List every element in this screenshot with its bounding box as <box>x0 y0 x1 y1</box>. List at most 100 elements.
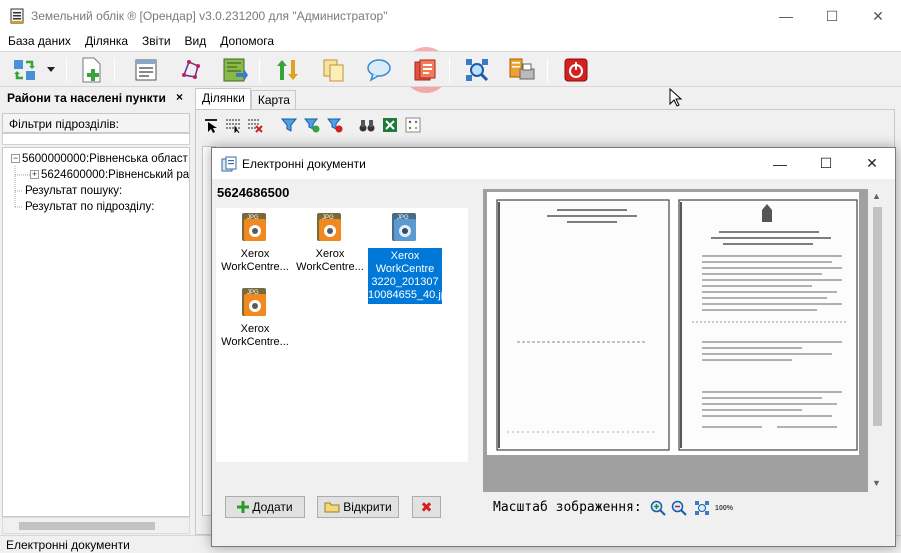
panel-title: Райони та населені пункти <box>7 91 166 105</box>
filter-add-icon[interactable] <box>303 116 321 134</box>
dialog-title-bar: Електронні документи — ☐ ✕ <box>212 148 895 179</box>
dialog-title: Електронні документи <box>242 157 366 171</box>
map-export-icon[interactable] <box>221 56 249 84</box>
tab-parcels[interactable]: Ділянки <box>195 88 251 109</box>
tree-lines <box>14 166 30 208</box>
zoom-out-icon[interactable] <box>670 499 688 517</box>
menu-database[interactable]: База даних <box>0 32 77 51</box>
menu-reports[interactable]: Звіти <box>134 32 177 51</box>
menu-bar: База даних Ділянка Звіти Вид Допомога <box>0 32 901 51</box>
tree-item[interactable]: +5624600000:Рівненський рай <box>30 167 190 183</box>
open-file-label: Відкрити <box>343 500 392 514</box>
file-name: Xerox WorkCentre... <box>296 248 364 273</box>
svg-text:JPG: JPG <box>247 215 259 221</box>
jpg-file-icon: JPG <box>238 212 272 244</box>
filter-input[interactable] <box>2 133 190 145</box>
form-icon[interactable] <box>132 56 160 84</box>
file-item[interactable]: JPG Xerox WorkCentre... <box>218 285 292 349</box>
print-icon[interactable] <box>508 56 536 84</box>
jpg-file-icon: JPG <box>313 212 347 244</box>
electronic-docs-icon[interactable] <box>411 56 439 84</box>
district-tree[interactable]: −5600000000:Рівненська област +562460000… <box>2 147 190 517</box>
dialog-maximize-button[interactable]: ☐ <box>803 148 849 179</box>
parcel-number: 5624686500 <box>217 185 290 200</box>
dialog-close-button[interactable]: ✕ <box>849 148 895 179</box>
excel-icon[interactable] <box>381 116 399 134</box>
svg-text:JPG: JPG <box>247 290 259 296</box>
jpg-file-icon: JPG <box>238 287 272 319</box>
search-zoom-icon[interactable] <box>463 56 491 84</box>
scroll-thumb[interactable] <box>873 207 882 426</box>
file-item-selected[interactable]: JPG Xerox WorkCentre 3220_201307 1008465… <box>368 210 453 304</box>
binoculars-icon[interactable] <box>358 116 376 134</box>
file-name: Xerox WorkCentre 3220_201307 10084655_40… <box>368 248 453 304</box>
file-name: Xerox WorkCentre... <box>221 323 289 348</box>
image-preview[interactable]: ▲ ▼ <box>483 189 886 492</box>
preview-vertical-scrollbar[interactable]: ▲ ▼ <box>868 189 886 492</box>
menu-parcel[interactable]: Ділянка <box>77 32 134 51</box>
dialog-docs-icon <box>221 156 237 175</box>
tree-item-label: Результат по підрозділу: <box>25 201 155 213</box>
zoom-100-icon[interactable]: 100% <box>715 499 733 517</box>
electronic-docs-dialog: Електронні документи — ☐ ✕ 5624686500 JP… <box>211 147 896 547</box>
close-button[interactable]: ✕ <box>855 0 901 32</box>
open-file-button[interactable]: Відкрити <box>317 496 399 518</box>
tab-bar: Ділянки Карта <box>195 88 296 110</box>
add-file-label: Додати <box>252 500 293 514</box>
add-file-button[interactable]: Додати <box>225 496 305 518</box>
toolbar-separator <box>66 58 67 82</box>
select-all-icon[interactable] <box>224 116 242 134</box>
app-icon <box>9 8 25 24</box>
tab-map[interactable]: Карта <box>250 90 296 109</box>
tree-item[interactable]: Результат по підрозділу: <box>25 199 154 215</box>
toolbar-separator <box>259 58 260 82</box>
add-document-icon[interactable] <box>78 56 106 84</box>
scroll-up-icon[interactable]: ▲ <box>872 191 881 201</box>
file-item[interactable]: JPG Xerox WorkCentre... <box>293 210 367 274</box>
scroll-thumb[interactable] <box>19 522 155 530</box>
dropdown-arrow-icon[interactable] <box>44 56 58 84</box>
tree-horizontal-scrollbar[interactable] <box>2 517 190 534</box>
polygon-icon[interactable] <box>177 56 205 84</box>
file-item[interactable]: JPG Xerox WorkCentre... <box>218 210 292 274</box>
window-title: Земельний облік ® [Орендар] v3.0.231200 … <box>31 9 388 23</box>
main-title-bar: Земельний облік ® [Орендар] v3.0.231200 … <box>0 0 901 32</box>
panel-header: Райони та населені пункти × <box>0 87 192 109</box>
filter-label: Фільтри підрозділів: <box>2 113 190 133</box>
file-list[interactable]: JPG Xerox WorkCentre... JPG Xerox WorkCe… <box>216 208 468 462</box>
copy-icon[interactable] <box>320 56 348 84</box>
minimize-button[interactable]: — <box>763 0 809 32</box>
comment-icon[interactable] <box>365 56 393 84</box>
main-toolbar <box>0 51 901 87</box>
dialog-minimize-button[interactable]: — <box>757 148 803 179</box>
filter-icon[interactable] <box>280 116 298 134</box>
sort-icon[interactable] <box>274 56 302 84</box>
maximize-button[interactable]: ☐ <box>809 0 855 32</box>
select-pointer-icon[interactable] <box>202 116 220 134</box>
jpg-file-icon: JPG <box>388 212 422 244</box>
toolbar-separator <box>547 58 548 82</box>
tree-item-label: 5624600000:Рівненський рай <box>41 169 190 181</box>
svg-text:JPG: JPG <box>322 215 334 221</box>
deselect-icon[interactable] <box>246 116 264 134</box>
folder-icon <box>324 502 340 513</box>
document-scan-image <box>487 192 859 455</box>
toolbar-separator <box>114 58 115 82</box>
zoom-label: Масштаб зображення: <box>493 500 642 515</box>
delete-file-button[interactable]: ✖ <box>412 496 441 518</box>
scroll-down-icon[interactable]: ▼ <box>872 478 881 488</box>
plus-icon <box>237 501 250 513</box>
svg-text:JPG: JPG <box>397 215 409 221</box>
panel-close-button[interactable]: × <box>176 90 183 104</box>
menu-help[interactable]: Допомога <box>212 32 280 51</box>
fit-icon[interactable] <box>693 499 711 517</box>
sync-icon[interactable] <box>11 56 39 84</box>
zoom-in-icon[interactable] <box>649 499 667 517</box>
tree-item-label: 5600000000:Рівненська област <box>22 153 188 165</box>
filter-remove-icon[interactable] <box>326 116 344 134</box>
exit-icon[interactable] <box>562 56 590 84</box>
menu-view[interactable]: Вид <box>177 32 213 51</box>
districts-panel: Райони та населені пункти × Фільтри підр… <box>0 87 192 535</box>
dots-grid-icon[interactable] <box>404 116 422 134</box>
status-text: Електронні документи <box>6 538 130 552</box>
